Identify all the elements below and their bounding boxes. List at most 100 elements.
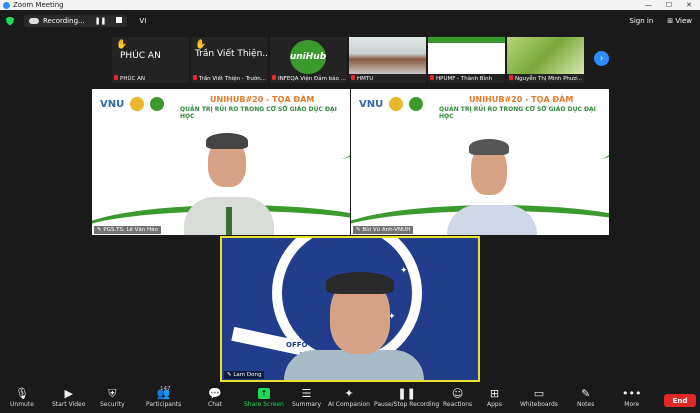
whiteboard-icon: ▭ [533, 387, 545, 400]
sign-in-link[interactable]: Sign in [629, 17, 653, 25]
notes-label: Notes [577, 401, 595, 408]
video-off-icon: ▶ [64, 387, 73, 400]
participant-display-name: PHÚC AN [120, 51, 161, 61]
chat-icon: 💬 [208, 387, 222, 400]
minimize-icon[interactable]: — [645, 1, 652, 9]
unmute-button[interactable]: 🎙 Unmute [10, 386, 34, 408]
ai-companion-button[interactable]: ✦ AI Companion [328, 386, 370, 408]
security-button[interactable]: ⛨ Security [100, 386, 125, 408]
next-page-button[interactable]: › [594, 51, 609, 66]
participant-name-text: INFEQA Viện Đảm bảo ... [278, 76, 346, 82]
crest-text: OFFO [286, 341, 308, 349]
more-button[interactable]: ••• More [622, 386, 641, 408]
infeqa-logo-icon [389, 97, 404, 111]
whiteboards-button[interactable]: ▭ Whiteboards [520, 386, 558, 408]
unmute-label: Unmute [10, 401, 34, 408]
participant-name: ✎ PGS.TS. Lê Văn Hảo [94, 226, 161, 234]
pause-stop-recording-button[interactable]: ❚❚ Pause/Stop Recording [374, 386, 439, 408]
language-interpretation[interactable]: VI [139, 17, 146, 25]
participant-thumb[interactable]: HPUMF - Thành Bình [428, 37, 505, 83]
participants-button[interactable]: 👥 147 Participants [146, 386, 181, 408]
active-speaker-tile[interactable]: ✦ ✦ ✦ OFFO ✎ Lam Dong [220, 236, 480, 382]
pin-icon: ✎ [227, 372, 232, 378]
stop-recording-icon[interactable] [116, 17, 123, 25]
participants-label: Participants [146, 401, 182, 408]
close-icon[interactable]: ✕ [686, 1, 692, 9]
more-label: More [624, 401, 640, 408]
participant-thumb[interactable]: Nguyễn Thị Minh Phươ... [507, 37, 584, 83]
mic-muted-icon [272, 75, 276, 80]
participant-name: HPUMF - Thành Bình [430, 75, 504, 82]
participant-video [428, 37, 505, 74]
participant-name-text: Bùi Vũ Anh-VNUH [362, 227, 411, 233]
unihub-logo-icon [409, 97, 424, 111]
participant-name-text: Trần Viết Thiện - Trườn... [199, 76, 266, 82]
reactions-icon: ☺ [451, 387, 464, 400]
infeqa-logo-icon [130, 97, 145, 111]
apps-button[interactable]: ⊞ Apps [487, 386, 502, 408]
slide-logos: VNU [100, 97, 165, 111]
start-video-label: Start Video [52, 401, 86, 408]
reactions-label: Reactions [443, 401, 473, 408]
meeting-topbar: Recording... ❚❚ VI Sign in ⊞ View [0, 10, 700, 32]
start-video-button[interactable]: ▶ Start Video [52, 386, 85, 408]
participant-thumb[interactable]: uniHub INFEQA Viện Đảm bảo ... [270, 37, 347, 83]
participant-name-text: Nguyễn Thị Minh Phươ... [515, 76, 582, 82]
logo-text: uniHub [289, 52, 327, 62]
reactions-button[interactable]: ☺ Reactions [443, 386, 472, 408]
participant-name-text: PGS.TS. Lê Văn Hảo [103, 227, 158, 233]
participant-name: Nguyễn Thị Minh Phươ... [509, 75, 583, 82]
raised-hand-icon: ✋ [116, 40, 128, 50]
window-titlebar: Zoom Meeting — ☐ ✕ [0, 0, 700, 10]
view-button[interactable]: ⊞ View [667, 17, 692, 25]
pin-icon: ✎ [97, 227, 102, 233]
pause-recording-icon: ❚❚ [397, 387, 416, 400]
participant-display-name: Trần Viết Thiện... [195, 49, 268, 59]
participant-video [507, 37, 584, 74]
share-screen-label: Share Screen [244, 401, 284, 408]
encryption-shield-icon[interactable] [6, 16, 14, 26]
notes-icon: ✎ [581, 387, 591, 400]
panelist-video-tile[interactable]: VNU UNIHUB#20 - TỌA ĐÀM QUẢN TRỊ RỦI RO … [351, 89, 609, 235]
participant-name-text: HMTU [357, 76, 374, 82]
mic-muted-icon [193, 75, 197, 80]
pin-icon: ✎ [356, 227, 361, 233]
window-controls: — ☐ ✕ [645, 1, 700, 9]
participant-name: ✎ Bùi Vũ Anh-VNUH [353, 226, 414, 234]
mic-muted-icon [114, 75, 118, 80]
participant-name: PHÚC AN [114, 75, 188, 82]
zoom-logo-icon [3, 1, 10, 9]
chat-button[interactable]: 💬 Chat [208, 386, 222, 408]
participants-count: 147 [160, 386, 171, 392]
share-screen-button[interactable]: ↑ Share Screen [244, 386, 284, 408]
pause-recording-icon[interactable]: ❚❚ [95, 17, 107, 25]
panelist-video-tile[interactable]: VNU UNIHUB#20 - TỌA ĐÀM QUẢN TRỊ RỦI RO … [92, 89, 350, 235]
view-grid-icon: ⊞ [667, 17, 674, 25]
mic-muted-icon [430, 75, 434, 80]
participant-name: Trần Viết Thiện - Trườn... [193, 75, 267, 82]
gallery-strip: ✋ PHÚC AN PHÚC AN ✋ Trần Viết Thiện... T… [112, 37, 584, 83]
ai-companion-label: AI Companion [328, 401, 370, 408]
shield-icon: ⛨ [108, 387, 117, 400]
participant-name-text: PHÚC AN [120, 76, 145, 82]
meeting-toolbar: 🎙 Unmute ▶ Start Video ⛨ Security 👥 147 Parti… [0, 383, 700, 413]
participant-thumb[interactable]: ✋ Trần Viết Thiện... Trần Viết Thiện - T… [191, 37, 268, 83]
participant-name-text: Lam Dong [233, 372, 262, 378]
vnu-logo: VNU [359, 98, 384, 110]
security-label: Security [100, 401, 125, 408]
participant-thumb[interactable]: HMTU [349, 37, 426, 83]
chevron-right-icon: › [599, 53, 604, 64]
apps-icon: ⊞ [489, 387, 500, 400]
recording-indicator[interactable]: Recording... ❚❚ [24, 15, 128, 27]
notes-button[interactable]: ✎ Notes [577, 386, 594, 408]
more-icon: ••• [622, 387, 642, 400]
mic-muted-icon [509, 75, 513, 80]
unihub-logo: uniHub [290, 40, 326, 74]
end-meeting-button[interactable]: End [664, 394, 696, 407]
participant-thumb[interactable]: ✋ PHÚC AN PHÚC AN [112, 37, 189, 83]
mic-muted-icon [351, 75, 355, 80]
view-label: View [675, 17, 692, 25]
summary-button[interactable]: ☰ Summary [292, 386, 321, 408]
maximize-icon[interactable]: ☐ [666, 1, 672, 9]
slide-logos: VNU [359, 97, 424, 111]
